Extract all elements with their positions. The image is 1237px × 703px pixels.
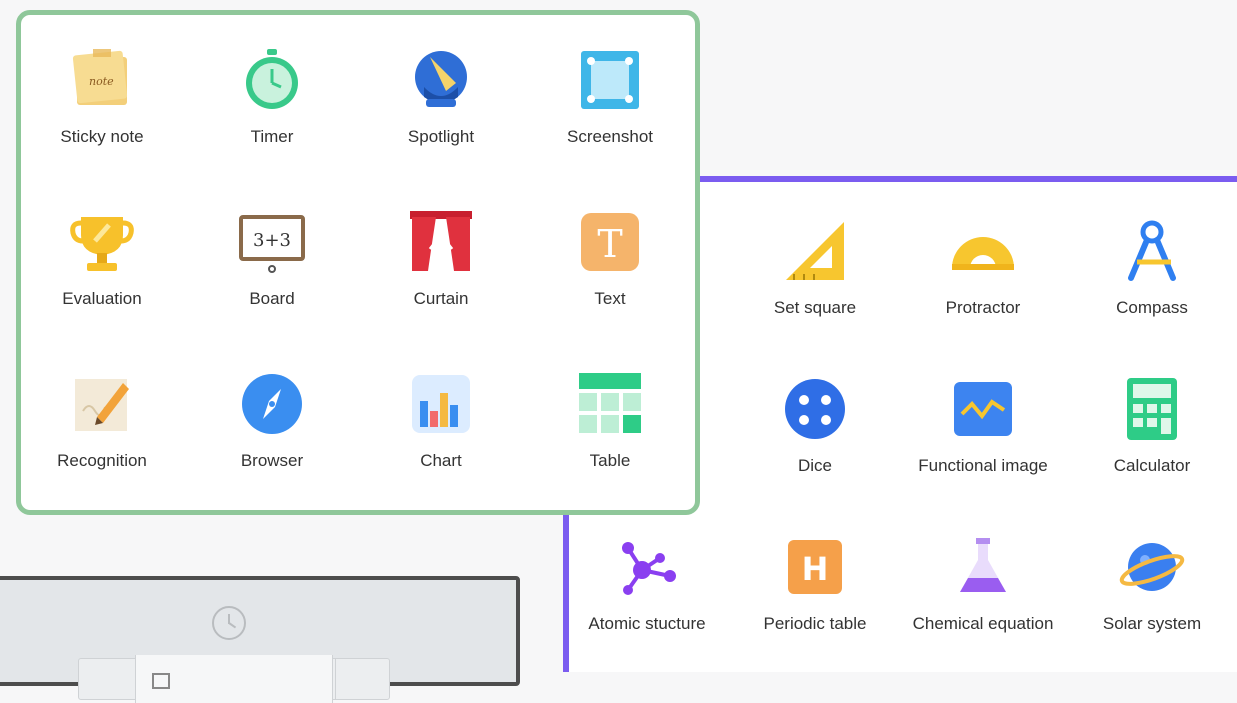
tile-label: Evaluation xyxy=(62,289,142,308)
periodic-table-icon: H xyxy=(782,534,848,600)
tile-table[interactable]: Table xyxy=(543,371,677,471)
atomic-structure-icon xyxy=(614,534,680,600)
curtain-icon xyxy=(408,209,474,275)
svg-text:note: note xyxy=(89,75,114,88)
tile-label: Text xyxy=(594,289,626,308)
tile-chemical-equation[interactable]: Chemical equation xyxy=(913,534,1053,634)
tile-label: Board xyxy=(249,289,295,308)
tile-label: Protractor xyxy=(945,298,1021,317)
tile-dice[interactable]: Dice xyxy=(745,376,885,476)
tile-label: Solar system xyxy=(1102,614,1202,633)
tile-set-square[interactable]: Set square xyxy=(745,218,885,318)
chart-icon xyxy=(408,371,474,437)
dice-icon xyxy=(782,376,848,442)
tile-label: Spotlight xyxy=(407,127,475,146)
screen-window xyxy=(0,576,520,703)
tile-label: Dice xyxy=(797,456,832,475)
calculator-icon xyxy=(1119,376,1185,442)
tile-spotlight[interactable]: Spotlight xyxy=(374,47,508,147)
text-icon: T xyxy=(577,209,643,275)
tile-label: Table xyxy=(589,451,631,470)
tile-label: Browser xyxy=(240,451,304,470)
tile-curtain[interactable]: Curtain xyxy=(374,209,508,309)
recognition-icon xyxy=(69,371,135,437)
window-icon xyxy=(152,673,170,689)
tile-board[interactable]: 3+3 Board xyxy=(205,209,339,309)
spotlight-icon xyxy=(408,47,474,113)
evaluation-trophy-icon xyxy=(69,209,135,275)
tile-label: Chart xyxy=(420,451,462,470)
tile-evaluation[interactable]: Evaluation xyxy=(35,209,169,309)
tools-panel: note Sticky note Timer Spotlight Screens… xyxy=(16,10,700,515)
tile-label: Periodic table xyxy=(763,614,867,633)
tile-solar-system[interactable]: Solar system xyxy=(1082,534,1222,634)
board-text: 3+3 xyxy=(253,230,291,251)
tile-label: Atomic stucture xyxy=(588,614,706,633)
tile-label: Curtain xyxy=(413,289,469,308)
tile-atomic-structure[interactable]: Atomic stucture xyxy=(577,534,717,634)
sticky-note-icon: note xyxy=(69,47,135,113)
tile-label: Sticky note xyxy=(60,127,144,146)
protractor-icon xyxy=(950,218,1016,284)
tile-protractor[interactable]: Protractor xyxy=(913,218,1053,318)
planet-icon xyxy=(1119,534,1185,600)
tile-chart[interactable]: Chart xyxy=(374,371,508,471)
tile-functional-image[interactable]: Functional image xyxy=(913,376,1053,476)
set-square-icon xyxy=(782,218,848,284)
tile-browser[interactable]: Browser xyxy=(205,371,339,471)
tile-label: Compass xyxy=(1116,298,1188,317)
timer-icon xyxy=(239,47,305,113)
function-graph-icon xyxy=(950,376,1016,442)
tile-text[interactable]: T Text xyxy=(543,209,677,309)
toolbar-right-segment[interactable] xyxy=(335,659,336,699)
tile-label: Calculator xyxy=(1113,456,1191,475)
tile-label: Chemical equation xyxy=(912,614,1054,633)
table-icon xyxy=(577,371,643,437)
tile-label: Timer xyxy=(250,127,294,146)
tile-periodic-table[interactable]: H Periodic table xyxy=(745,534,885,634)
tile-label: Functional image xyxy=(918,456,1048,475)
tile-screenshot[interactable]: Screenshot xyxy=(543,47,677,147)
text-glyph: T xyxy=(597,222,622,266)
tile-label: Recognition xyxy=(57,451,147,470)
tile-recognition[interactable]: Recognition xyxy=(35,371,169,471)
clock-icon xyxy=(212,606,246,640)
tile-sticky-note[interactable]: note Sticky note xyxy=(35,47,169,147)
chemistry-flask-icon xyxy=(950,534,1016,600)
tile-timer[interactable]: Timer xyxy=(205,47,339,147)
tile-label: Set square xyxy=(773,298,857,317)
screenshot-icon xyxy=(577,47,643,113)
compass-icon xyxy=(1119,218,1185,284)
tile-calculator[interactable]: Calculator xyxy=(1082,376,1222,476)
browser-compass-icon xyxy=(239,371,305,437)
window-toolbar xyxy=(78,655,390,703)
board-icon: 3+3 xyxy=(239,209,305,275)
toolbar-center-segment[interactable] xyxy=(135,655,333,703)
tile-label: Screenshot xyxy=(567,127,653,146)
tile-compass[interactable]: Compass xyxy=(1082,218,1222,318)
periodic-glyph: H xyxy=(802,550,829,588)
